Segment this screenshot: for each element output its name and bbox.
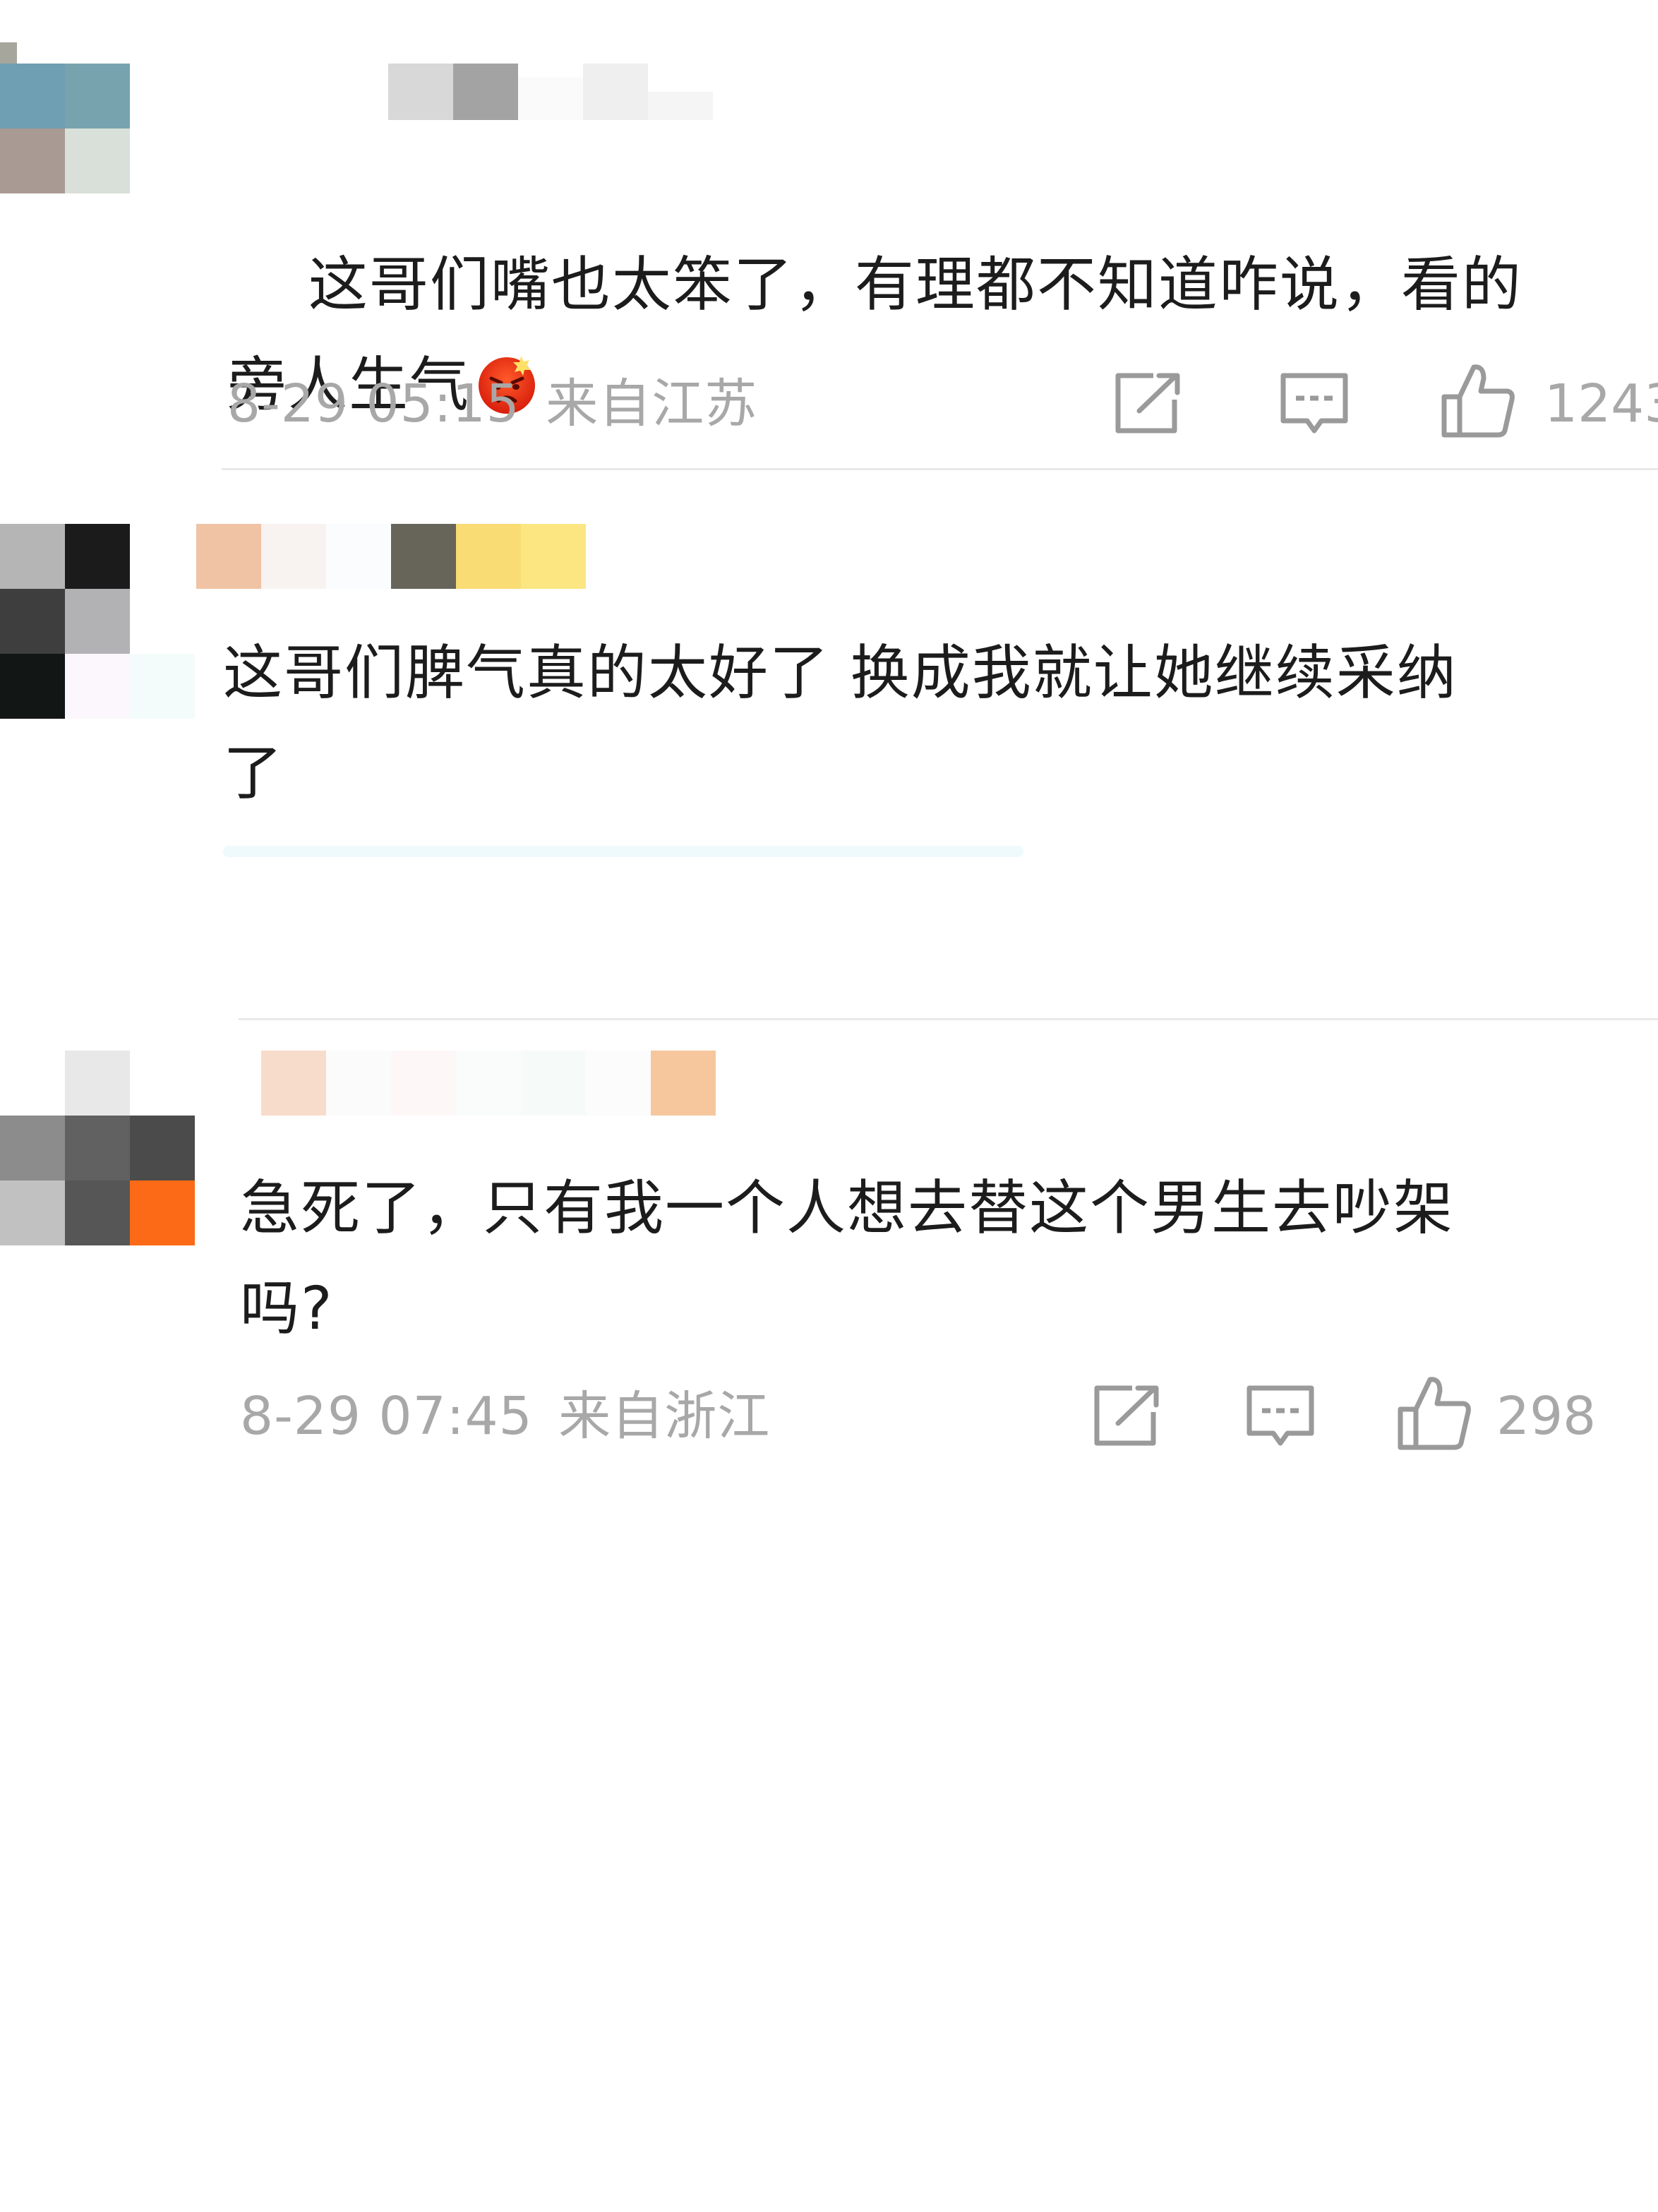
like-count: 298 [1496, 1386, 1597, 1447]
comment-text: 这哥们嘴也太笨了，有理都不知道咋说，看的 旁人生气 [227, 250, 1522, 419]
comment-text: 这哥们脾气真的太好了 换成我就让她继续采纳 了 [223, 638, 1458, 808]
comment-time: 05:15 [366, 373, 520, 434]
avatar[interactable] [0, 524, 198, 723]
username[interactable] [261, 1051, 727, 1135]
divider [239, 1018, 1658, 1020]
comment-meta: 8-29 05:15 来自江苏 [227, 376, 757, 432]
comment-location: 来自江苏 [546, 373, 758, 434]
hidden-meta-line [223, 846, 1023, 857]
comment-text: 急死了，只有我一个人想去替这个男生去吵架 吗? [240, 1173, 1455, 1343]
like-count: 1243 [1544, 373, 1658, 434]
divider [222, 468, 1658, 470]
thumbs-up-icon[interactable] [1440, 361, 1518, 439]
comment-date: 8-29 [240, 1386, 361, 1447]
username[interactable] [388, 64, 713, 128]
comment-icon[interactable] [1245, 1384, 1316, 1450]
avatar[interactable] [0, 0, 134, 268]
share-icon[interactable] [1112, 371, 1183, 435]
share-icon[interactable] [1091, 1384, 1162, 1447]
avatar[interactable] [0, 1051, 198, 1248]
comment-icon[interactable] [1279, 371, 1350, 438]
thumbs-up-icon[interactable] [1396, 1374, 1474, 1452]
comment-location: 来自浙江 [558, 1386, 771, 1447]
username[interactable] [196, 524, 591, 594]
comment-date: 8-29 [227, 373, 349, 434]
comment-time: 07:45 [378, 1386, 533, 1447]
comment-meta: 8-29 07:45 来自浙江 [240, 1388, 770, 1445]
